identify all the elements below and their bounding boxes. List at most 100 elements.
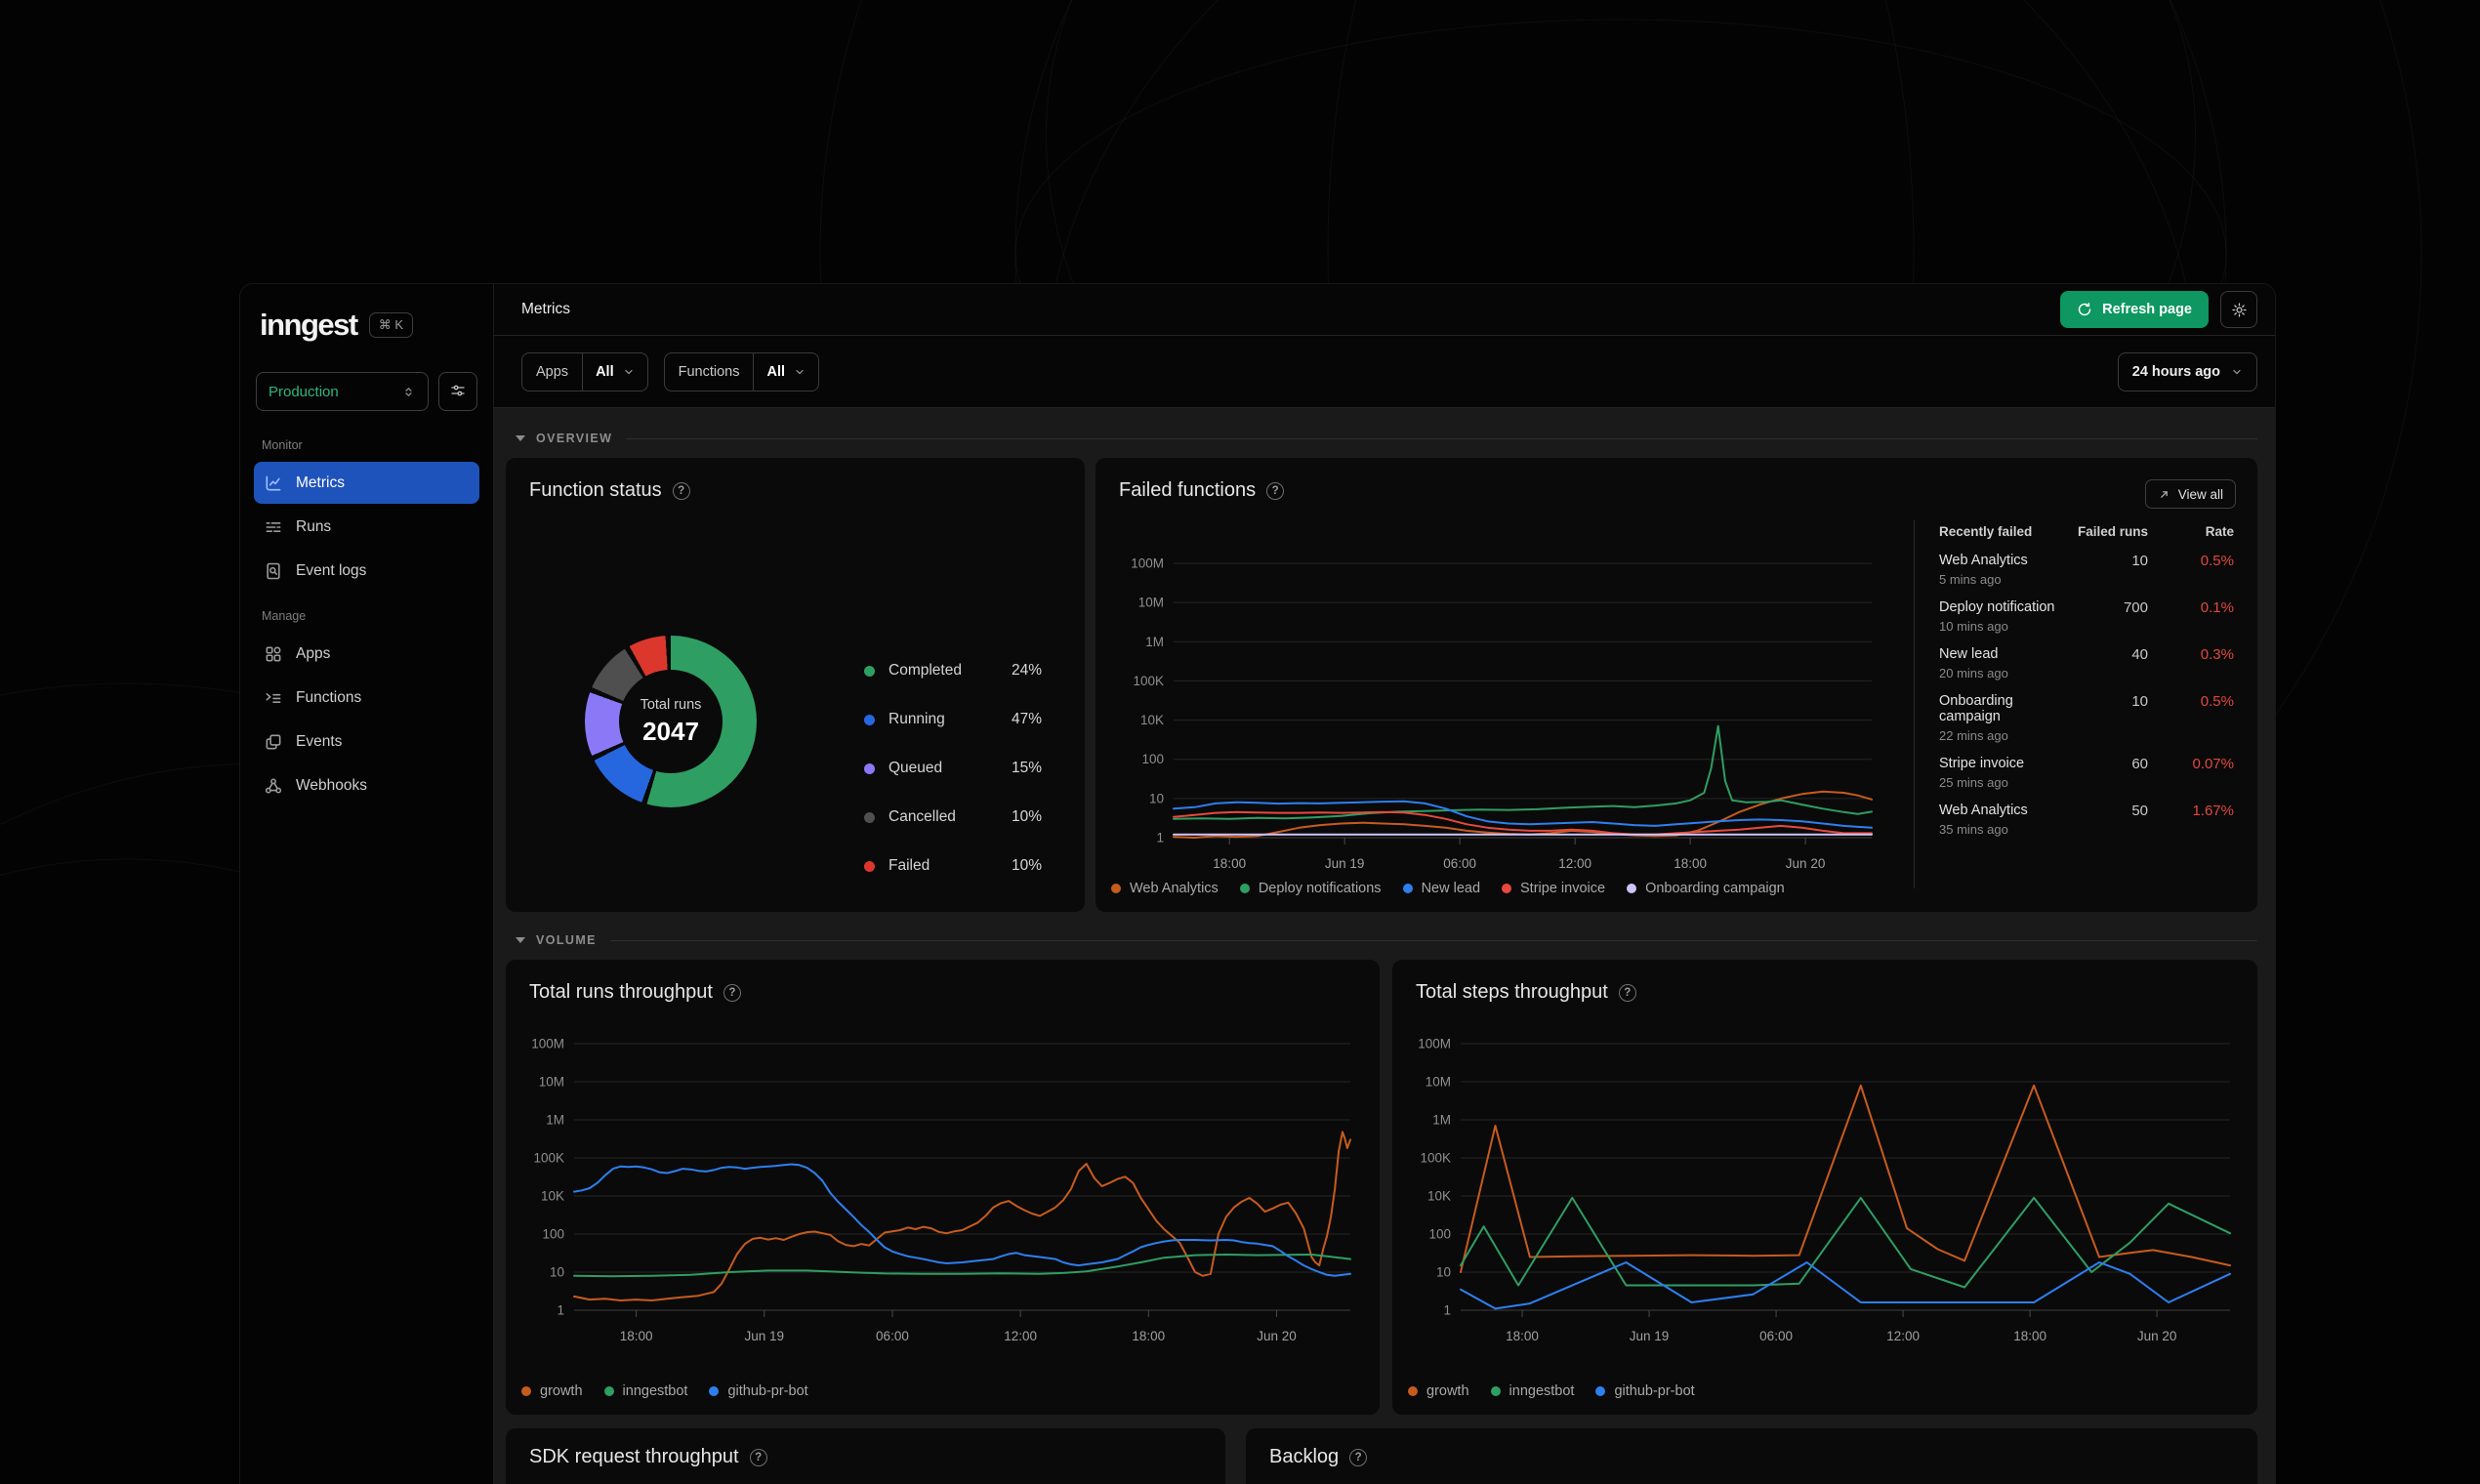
function-status-card: Function status ? Total runs 2047 Comple… xyxy=(506,458,1085,912)
environment-filter-button[interactable] xyxy=(438,372,477,411)
sidebar-item-metrics[interactable]: Metrics xyxy=(254,462,479,504)
doc-search-icon xyxy=(264,561,283,581)
total-runs-throughput-chart: 100M 10M 1M 100K 10K 100 10 1 18:00 Jun 19 06:00 12… xyxy=(531,1037,1351,1343)
table-row[interactable]: Deploy notification 10 mins ago 700 0.1% xyxy=(1939,599,2234,634)
svg-text:1M: 1M xyxy=(1145,635,1164,649)
sidebar-item-events[interactable]: Events xyxy=(254,721,479,763)
svg-text:100M: 100M xyxy=(1418,1037,1451,1051)
total-runs-throughput-legend: growth inngestbot github-pr-bot xyxy=(521,1383,808,1399)
section-header-overview[interactable]: OVERVIEW xyxy=(516,432,2257,445)
svg-text:10K: 10K xyxy=(1140,713,1164,727)
refresh-icon xyxy=(2077,302,2092,317)
chevron-down-icon xyxy=(623,366,635,378)
time-range-selector[interactable]: 24 hours ago xyxy=(2117,351,2257,392)
environment-selector[interactable]: Production xyxy=(256,372,429,411)
sidebar-item-functions[interactable]: Functions xyxy=(254,677,479,719)
svg-text:10M: 10M xyxy=(1138,596,1164,610)
gear-icon xyxy=(2231,302,2248,318)
svg-text:12:00: 12:00 xyxy=(1558,856,1591,871)
failure-rate: 0.1% xyxy=(2200,599,2234,616)
sidebar-item-event-logs[interactable]: Event logs xyxy=(254,550,479,592)
sidebar-item-label: Metrics xyxy=(296,474,345,491)
sliders-icon xyxy=(449,382,467,402)
legend-dot xyxy=(603,1386,614,1396)
sidebar-item-runs[interactable]: Runs xyxy=(254,506,479,548)
table-row[interactable]: Web Analytics 35 mins ago 50 1.67% xyxy=(1939,803,2234,837)
svg-text:100: 100 xyxy=(542,1227,564,1242)
legend-label: Web Analytics xyxy=(1130,881,1219,896)
sidebar-item-apps[interactable]: Apps xyxy=(254,633,479,675)
total-runs-throughput-card: Total runs throughput ? 100M 10M 1M 100K 10K… xyxy=(506,960,1380,1415)
svg-text:18:00: 18:00 xyxy=(1506,1329,1539,1343)
legend-label: inngestbot xyxy=(1509,1383,1575,1399)
svg-text:1: 1 xyxy=(557,1303,564,1318)
legend-item-stripe-invoice: Stripe invoice xyxy=(1502,881,1605,896)
refresh-page-button[interactable]: Refresh page xyxy=(2060,291,2209,328)
functions-filter-value: All xyxy=(766,363,785,380)
function-status-legend: Completed 24% Running 47% Queued 15% Cancelled… xyxy=(864,646,1042,890)
filter-bar: Apps All Functions All 24 hours ago xyxy=(494,336,2275,408)
table-row[interactable]: Web Analytics 5 mins ago 10 0.5% xyxy=(1939,553,2234,587)
failed-runs-count: 50 xyxy=(2131,803,2148,819)
sidebar-item-webhooks[interactable]: Webhooks xyxy=(254,764,479,806)
donut-center-value: 2047 xyxy=(642,716,699,746)
function-status-donut-chart: Total runs 2047 xyxy=(585,636,757,807)
legend-label: Running xyxy=(889,711,945,727)
svg-text:1M: 1M xyxy=(1432,1113,1451,1128)
legend-item-inngestbot: inngestbot xyxy=(1490,1383,1575,1399)
failure-rate: 0.5% xyxy=(2200,693,2234,710)
help-icon[interactable]: ? xyxy=(749,1448,767,1466)
table-row[interactable]: New lead 20 mins ago 40 0.3% xyxy=(1939,646,2234,680)
table-row[interactable]: Stripe invoice 25 mins ago 60 0.07% xyxy=(1939,756,2234,790)
failed-function-time: 35 mins ago xyxy=(1939,822,2008,837)
legend-label: Onboarding campaign xyxy=(1645,881,1785,896)
svg-text:1: 1 xyxy=(1443,1303,1451,1318)
chevron-down-icon xyxy=(794,366,806,378)
section-label: VOLUME xyxy=(536,933,597,947)
sidebar: inngest ⌘ K Production Monitor Metrics Run… xyxy=(240,284,494,1484)
view-all-button[interactable]: View all xyxy=(2144,479,2236,509)
total-runs-throughput-title: Total runs throughput xyxy=(529,981,713,1003)
legend-item-new-lead: New lead xyxy=(1402,881,1481,896)
svg-text:1: 1 xyxy=(1156,831,1164,845)
legend-dot xyxy=(1402,884,1413,893)
help-icon[interactable]: ? xyxy=(1618,983,1636,1002)
help-icon[interactable]: ? xyxy=(723,983,741,1002)
legend-dot xyxy=(1627,884,1637,893)
failure-rate: 1.67% xyxy=(2192,803,2234,819)
functions-filter[interactable]: Functions All xyxy=(663,351,819,392)
help-icon[interactable]: ? xyxy=(1349,1448,1368,1466)
list-icon xyxy=(264,517,283,537)
svg-text:Jun 20: Jun 20 xyxy=(2137,1329,2177,1343)
svg-text:18:00: 18:00 xyxy=(1674,856,1707,871)
time-range-value: 24 hours ago xyxy=(2131,363,2220,380)
table-header-row: Recently failed Failed runs Rate xyxy=(1939,524,2234,539)
help-icon[interactable]: ? xyxy=(672,481,690,500)
total-steps-throughput-card: Total steps throughput ? 100M 10M 1M 100K 10… xyxy=(1392,960,2257,1415)
svg-text:Jun 20: Jun 20 xyxy=(1786,856,1826,871)
svg-text:10: 10 xyxy=(550,1265,564,1280)
chevron-down-icon xyxy=(2231,366,2243,378)
section-header-volume[interactable]: VOLUME xyxy=(516,933,2257,947)
help-icon[interactable]: ? xyxy=(1266,481,1285,500)
svg-text:10M: 10M xyxy=(1426,1075,1451,1090)
legend-percentage: 47% xyxy=(1011,711,1042,727)
apps-filter[interactable]: Apps All xyxy=(521,351,648,392)
sidebar-item-label: Event logs xyxy=(296,561,367,579)
legend-label: New lead xyxy=(1421,881,1481,896)
svg-text:12:00: 12:00 xyxy=(1004,1329,1037,1343)
recently-failed-table: Recently failed Failed runs Rate Web Analyt… xyxy=(1939,524,2234,849)
svg-text:10: 10 xyxy=(1436,1265,1451,1280)
legend-item-growth: growth xyxy=(1408,1383,1469,1399)
section-divider xyxy=(626,437,2257,439)
legend-label: growth xyxy=(540,1383,583,1399)
legend-label: github-pr-bot xyxy=(727,1383,808,1399)
table-row[interactable]: Onboarding campaign 22 mins ago 10 0.5% xyxy=(1939,693,2234,743)
table-header: Recently failed xyxy=(1939,524,2033,539)
legend-item-web-analytics: Web Analytics xyxy=(1111,881,1219,896)
failure-rate: 0.3% xyxy=(2200,646,2234,663)
donut-center-label: Total runs xyxy=(640,696,702,713)
settings-button[interactable] xyxy=(2220,291,2257,328)
legend-label: Completed xyxy=(889,662,962,679)
svg-text:100K: 100K xyxy=(1420,1151,1451,1166)
